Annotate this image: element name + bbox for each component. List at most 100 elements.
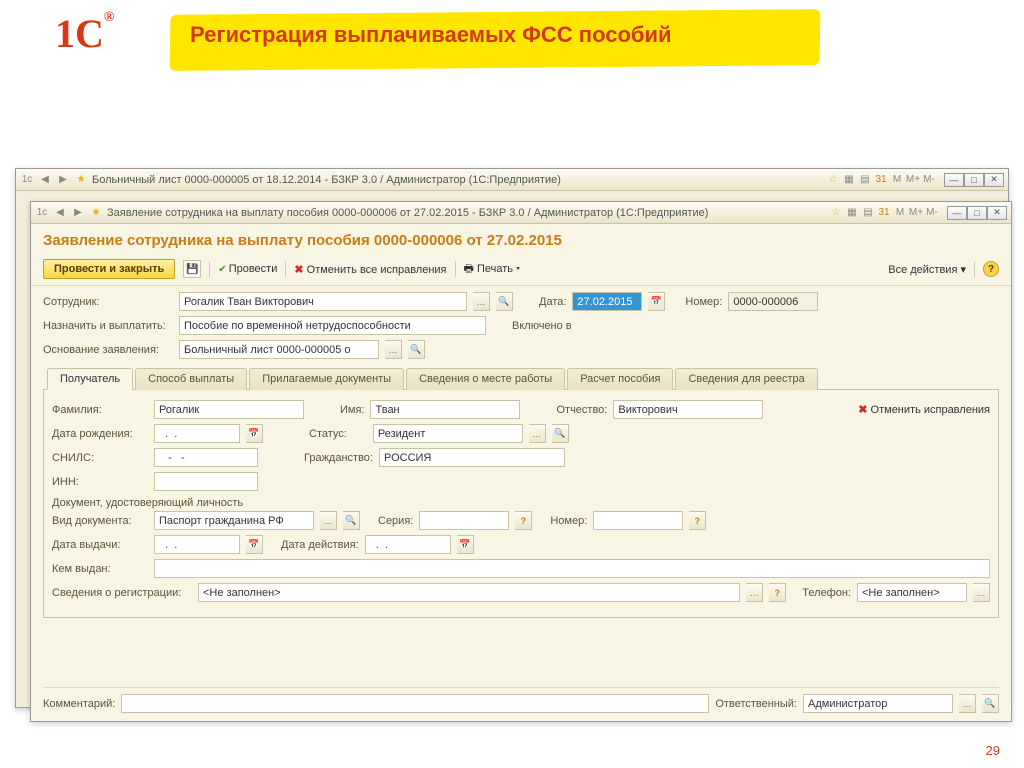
star-icon[interactable]: ☆ xyxy=(826,173,840,187)
forward-icon[interactable]: ▶ xyxy=(56,173,70,187)
tab-benefit-calc[interactable]: Расчет пособия xyxy=(567,368,673,390)
docnum-label: Номер: xyxy=(550,515,587,527)
cancel-all-button[interactable]: ✖ Отменить все исправления xyxy=(294,263,446,276)
calc-icon[interactable]: ▤ xyxy=(861,206,875,220)
select-icon[interactable]: … xyxy=(959,694,976,713)
snils-input[interactable] xyxy=(154,448,258,467)
mem-mminus[interactable]: M- xyxy=(925,206,939,220)
tab-workplace-info[interactable]: Сведения о месте работы xyxy=(406,368,565,390)
calendar-icon[interactable]: 31 xyxy=(877,206,891,220)
submit-button[interactable]: Провести xyxy=(218,263,277,275)
mem-mplus[interactable]: M+ xyxy=(906,173,920,187)
number-input[interactable] xyxy=(728,292,818,311)
window-front: 1c ◀ ▶ ★ Заявление сотрудника на выплату… xyxy=(30,201,1012,722)
hint-icon[interactable]: ? xyxy=(769,583,786,602)
submit-close-button[interactable]: Провести и закрыть xyxy=(43,259,175,279)
tab-recipient[interactable]: Получатель xyxy=(47,368,133,390)
all-actions-button[interactable]: Все действия ▾ xyxy=(888,263,966,276)
select-icon[interactable]: … xyxy=(529,424,546,443)
minimize-button[interactable]: — xyxy=(947,206,967,220)
favorite-icon[interactable]: ★ xyxy=(89,206,103,220)
citizenship-input[interactable] xyxy=(379,448,565,467)
basis-input[interactable] xyxy=(179,340,379,359)
mem-m[interactable]: M xyxy=(893,206,907,220)
docnum-input[interactable] xyxy=(593,511,683,530)
help-icon[interactable]: ? xyxy=(983,261,999,277)
grid-icon[interactable]: ▦ xyxy=(845,206,859,220)
firstname-label: Имя: xyxy=(340,404,364,416)
print-button[interactable]: 🖶 Печать ▾ xyxy=(464,260,521,279)
reg-info-input[interactable] xyxy=(198,583,740,602)
responsible-input[interactable] xyxy=(803,694,953,713)
snils-label: СНИЛС: xyxy=(52,452,148,464)
inn-input[interactable] xyxy=(154,472,258,491)
select-icon[interactable]: … xyxy=(973,583,990,602)
separator xyxy=(455,261,456,277)
calendar-icon[interactable]: 📅 xyxy=(648,292,665,311)
logo-1c: 1С® xyxy=(55,10,114,57)
select-icon[interactable]: … xyxy=(385,340,402,359)
employee-input[interactable] xyxy=(179,292,467,311)
star-icon[interactable]: ☆ xyxy=(829,206,843,220)
doctype-input[interactable] xyxy=(154,511,314,530)
firstname-input[interactable] xyxy=(370,400,520,419)
mem-mplus[interactable]: M+ xyxy=(909,206,923,220)
lookup-icon[interactable]: 🔍 xyxy=(982,694,999,713)
date-input[interactable] xyxy=(572,292,642,311)
calendar-icon[interactable]: 📅 xyxy=(246,424,263,443)
save-icon[interactable]: 💾 xyxy=(183,260,201,278)
valid-date-label: Дата действия: xyxy=(281,539,359,551)
slide-title: Регистрация выплачиваемых ФСС пособий xyxy=(190,22,672,48)
comment-input[interactable] xyxy=(121,694,709,713)
basis-label: Основание заявления: xyxy=(43,344,173,356)
select-icon[interactable]: … xyxy=(320,511,337,530)
separator xyxy=(285,261,286,277)
phone-input[interactable] xyxy=(857,583,967,602)
mem-m[interactable]: M xyxy=(890,173,904,187)
status-input[interactable] xyxy=(373,424,523,443)
hint-icon[interactable]: ? xyxy=(689,511,706,530)
id-section-label: Документ, удостоверяющий личность xyxy=(52,497,990,509)
cancel-fixes-button[interactable]: ✖ Отменить исправления xyxy=(858,403,990,416)
lastname-label: Фамилия: xyxy=(52,404,148,416)
status-label: Статус: xyxy=(309,428,347,440)
window-title-back: Больничный лист 0000-000005 от 18.12.201… xyxy=(92,174,561,186)
maximize-button[interactable]: □ xyxy=(967,206,987,220)
calendar-icon[interactable]: 📅 xyxy=(457,535,474,554)
forward-icon[interactable]: ▶ xyxy=(71,206,85,220)
issued-by-input[interactable] xyxy=(154,559,990,578)
valid-date-input[interactable] xyxy=(365,535,451,554)
select-icon[interactable]: … xyxy=(473,292,490,311)
close-button[interactable]: ✕ xyxy=(987,206,1007,220)
calendar-icon[interactable]: 31 xyxy=(874,173,888,187)
assign-input[interactable] xyxy=(179,316,486,335)
calc-icon[interactable]: ▤ xyxy=(858,173,872,187)
tab-registry-info[interactable]: Сведения для реестра xyxy=(675,368,817,390)
minimize-button[interactable]: — xyxy=(944,173,964,187)
issue-date-input[interactable] xyxy=(154,535,240,554)
series-input[interactable] xyxy=(419,511,509,530)
footer: Комментарий: Ответственный: … 🔍 xyxy=(43,687,999,713)
back-icon[interactable]: ◀ xyxy=(38,173,52,187)
patronymic-input[interactable] xyxy=(613,400,763,419)
lookup-icon[interactable]: 🔍 xyxy=(343,511,360,530)
close-button[interactable]: ✕ xyxy=(984,173,1004,187)
back-icon[interactable]: ◀ xyxy=(53,206,67,220)
lookup-icon[interactable]: 🔍 xyxy=(408,340,425,359)
tab-payment-method[interactable]: Способ выплаты xyxy=(135,368,247,390)
tab-attached-docs[interactable]: Прилагаемые документы xyxy=(249,368,404,390)
hint-icon[interactable]: ? xyxy=(515,511,532,530)
favorite-icon[interactable]: ★ xyxy=(74,173,88,187)
toolbar: Провести и закрыть 💾 Провести ✖ Отменить… xyxy=(31,255,1011,286)
lookup-icon[interactable]: 🔍 xyxy=(552,424,569,443)
calendar-icon[interactable]: 📅 xyxy=(246,535,263,554)
mem-mminus[interactable]: M- xyxy=(922,173,936,187)
dob-label: Дата рождения: xyxy=(52,428,148,440)
lastname-input[interactable] xyxy=(154,400,304,419)
issue-date-label: Дата выдачи: xyxy=(52,539,148,551)
grid-icon[interactable]: ▦ xyxy=(842,173,856,187)
maximize-button[interactable]: □ xyxy=(964,173,984,187)
dob-input[interactable] xyxy=(154,424,240,443)
select-icon[interactable]: … xyxy=(746,583,763,602)
lookup-icon[interactable]: 🔍 xyxy=(496,292,513,311)
